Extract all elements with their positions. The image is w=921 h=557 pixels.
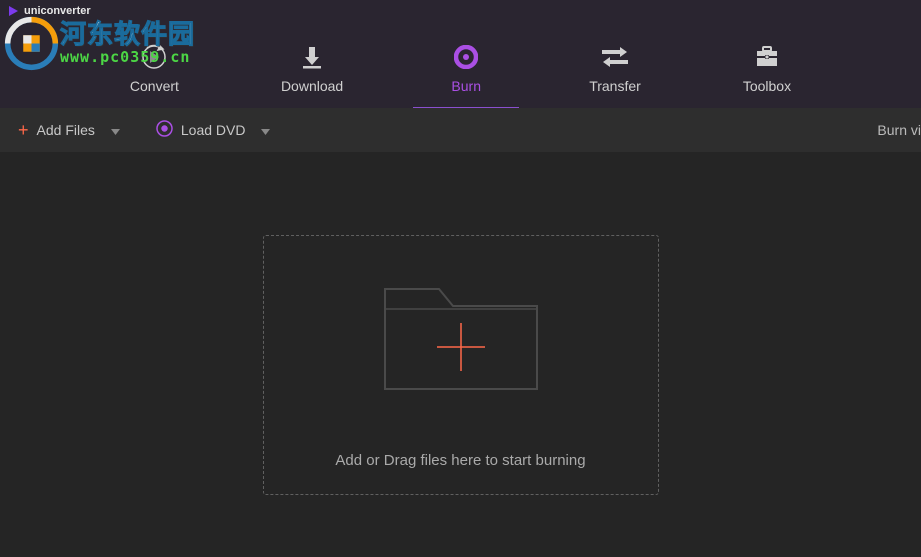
drop-zone[interactable]: Add or Drag files here to start burning <box>263 235 659 495</box>
tab-convert[interactable]: Convert <box>116 22 193 108</box>
tab-transfer[interactable]: Transfer <box>575 22 655 108</box>
chevron-down-icon <box>261 122 270 138</box>
tab-label: Convert <box>130 78 179 94</box>
download-icon <box>301 44 323 70</box>
plus-icon: + <box>18 120 29 141</box>
tab-burn[interactable]: Burn <box>431 22 501 108</box>
nav-tabs: Convert Download Burn <box>0 22 921 108</box>
app-title: uniconverter <box>24 5 91 17</box>
convert-icon <box>141 44 167 70</box>
disc-icon <box>156 120 173 140</box>
action-bar: + Add Files Load DVD Burn vi <box>0 108 921 152</box>
app-icon <box>6 4 20 18</box>
tab-label: Toolbox <box>743 78 791 94</box>
load-dvd-button[interactable]: Load DVD <box>156 120 271 140</box>
tab-toolbox[interactable]: Toolbox <box>729 22 805 108</box>
drop-zone-text: Add or Drag files here to start burning <box>335 452 585 469</box>
tab-label: Burn <box>451 78 481 94</box>
burn-info-text: Burn vi <box>877 122 921 138</box>
add-files-button[interactable]: + Add Files <box>18 120 120 141</box>
main-area: Add or Drag files here to start burning <box>0 152 921 557</box>
tab-download[interactable]: Download <box>267 22 357 108</box>
chevron-down-icon <box>111 122 120 138</box>
load-dvd-label: Load DVD <box>181 122 246 138</box>
burn-icon <box>454 44 478 70</box>
add-files-label: Add Files <box>37 122 95 138</box>
toolbox-icon <box>755 44 779 70</box>
tab-label: Transfer <box>589 78 641 94</box>
tab-label: Download <box>281 78 343 94</box>
folder-icon <box>383 271 539 416</box>
transfer-icon <box>602 44 628 70</box>
